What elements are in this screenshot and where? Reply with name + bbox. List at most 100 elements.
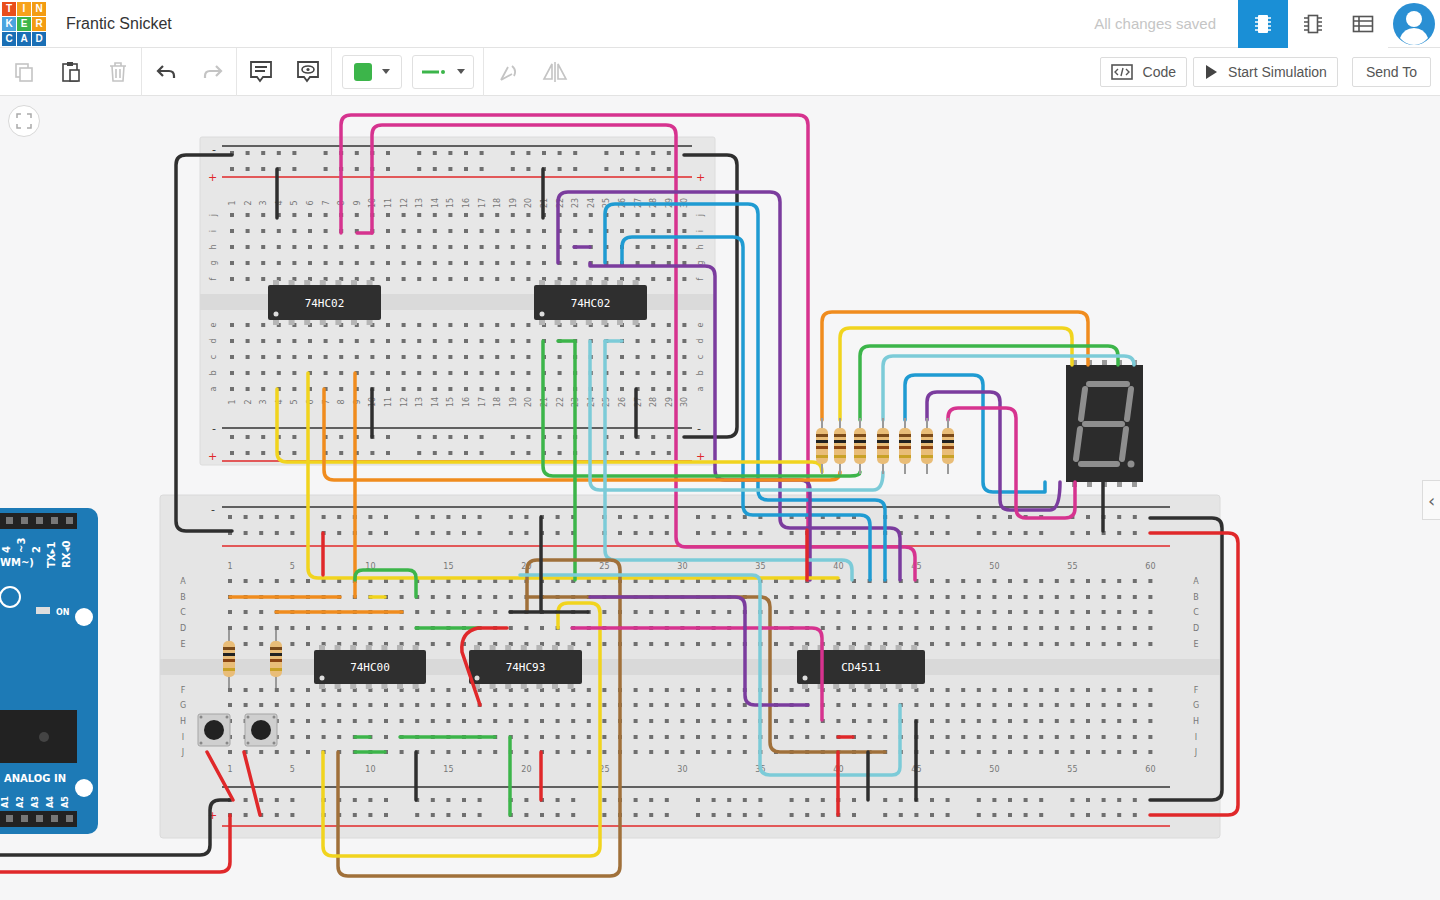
fit-view-button[interactable] [8,105,40,137]
wire[interactable] [1101,482,1105,531]
wire-type-dropdown[interactable] [412,55,474,89]
wire[interactable] [357,231,372,235]
paste-button[interactable] [47,48,94,96]
wire[interactable] [622,237,870,580]
wire[interactable] [355,750,385,754]
wire[interactable] [1150,533,1238,815]
wire[interactable] [508,737,512,815]
notes-visibility-button[interactable] [284,48,331,96]
wire[interactable] [684,155,737,437]
wire[interactable] [527,597,885,752]
arduino-board[interactable]: 4~32TX▸1RX◂0WM~)ONANALOG INA1A2A3A4A5 [0,508,98,834]
panel-toggle[interactable]: ‹ [1422,480,1440,520]
wire[interactable] [244,752,260,815]
wire[interactable] [207,752,233,800]
ic-chip[interactable]: 74HC02 [268,280,381,325]
wire[interactable] [370,595,385,599]
wire[interactable] [372,125,915,580]
column-number: 19 [509,397,518,407]
wire[interactable] [230,595,340,599]
redo-button[interactable] [189,48,236,96]
wire[interactable] [539,752,543,800]
circuit-canvas[interactable]: 4~32TX▸1RX◂0WM~)ONANALOG INA1A2A3A4A5123… [0,96,1440,900]
delete-button[interactable] [94,48,141,96]
wire[interactable] [634,389,638,437]
wire[interactable] [914,721,918,800]
wire[interactable] [590,597,808,705]
wire[interactable] [323,603,600,856]
ic-chip[interactable]: CD4511 [797,645,925,689]
column-number: 1 [227,562,232,571]
wire[interactable] [836,752,840,815]
wire[interactable] [353,373,357,597]
wire[interactable] [805,530,809,580]
resistor[interactable] [834,418,846,474]
wire[interactable] [574,245,590,249]
wire[interactable] [822,312,1088,420]
wire[interactable] [0,800,230,855]
wire[interactable] [539,517,543,612]
wire[interactable] [866,752,870,800]
start-simulation-button[interactable]: Start Simulation [1193,57,1338,87]
wire[interactable] [275,169,279,218]
row-letter: E [180,640,185,649]
ic-chip[interactable]: 74HC00 [314,645,426,689]
wire[interactable] [605,341,852,580]
undo-button[interactable] [142,48,189,96]
resistor[interactable] [877,418,889,474]
resistor[interactable] [270,630,282,688]
seven-segment-display[interactable] [1066,360,1143,487]
view-tab[interactable] [1338,0,1388,48]
wire[interactable] [370,389,374,437]
flip-button[interactable] [531,48,578,96]
design-title[interactable]: Frantic Snicket [66,15,172,33]
code-button[interactable]: Code [1100,57,1187,87]
wire[interactable] [1150,518,1222,800]
resistor[interactable] [942,418,954,474]
resistor[interactable] [899,418,911,474]
wire[interactable] [176,155,232,531]
wire[interactable] [838,735,853,739]
wire[interactable] [883,356,1134,420]
wire[interactable] [605,339,622,343]
wire[interactable] [590,263,810,580]
wire[interactable] [400,735,495,739]
wire[interactable] [341,115,808,580]
wire[interactable] [355,570,416,597]
user-avatar[interactable] [1388,0,1440,48]
wire[interactable] [276,610,402,614]
wire[interactable] [338,560,620,876]
wire[interactable] [277,389,822,472]
resistor[interactable] [854,418,866,474]
wire[interactable] [462,628,507,705]
wire[interactable] [414,752,418,800]
resistor[interactable] [223,630,235,688]
wire[interactable] [355,735,370,739]
wire-color-dropdown[interactable] [342,55,402,89]
resistor[interactable] [921,418,933,474]
wire[interactable] [541,169,545,218]
view-tab[interactable] [1288,0,1338,48]
column-number: 18 [493,397,502,407]
wire[interactable] [0,815,230,872]
wire[interactable] [605,204,885,580]
wire[interactable] [321,533,325,575]
resistor[interactable] [816,418,828,474]
pushbutton[interactable] [245,714,277,746]
wire[interactable] [558,341,575,580]
ic-chip[interactable]: 74HC02 [534,280,647,325]
rotate-button[interactable] [484,48,531,96]
wire[interactable] [520,575,900,775]
ic-chip[interactable]: 74HC93 [469,645,582,689]
copy-button[interactable] [0,48,47,96]
view-tab[interactable] [1238,0,1288,48]
send-to-button[interactable]: Send To [1352,57,1431,87]
notes-button[interactable] [237,48,284,96]
tinkercad-logo[interactable]: TINKERCAD [0,0,48,48]
pushbutton[interactable] [198,714,230,746]
wire[interactable] [510,610,588,614]
wire[interactable] [948,408,1075,518]
wire[interactable] [558,192,900,580]
wire[interactable] [324,389,840,480]
circuit-scene[interactable]: 4~32TX▸1RX◂0WM~)ONANALOG INA1A2A3A4A5123… [0,96,1440,900]
